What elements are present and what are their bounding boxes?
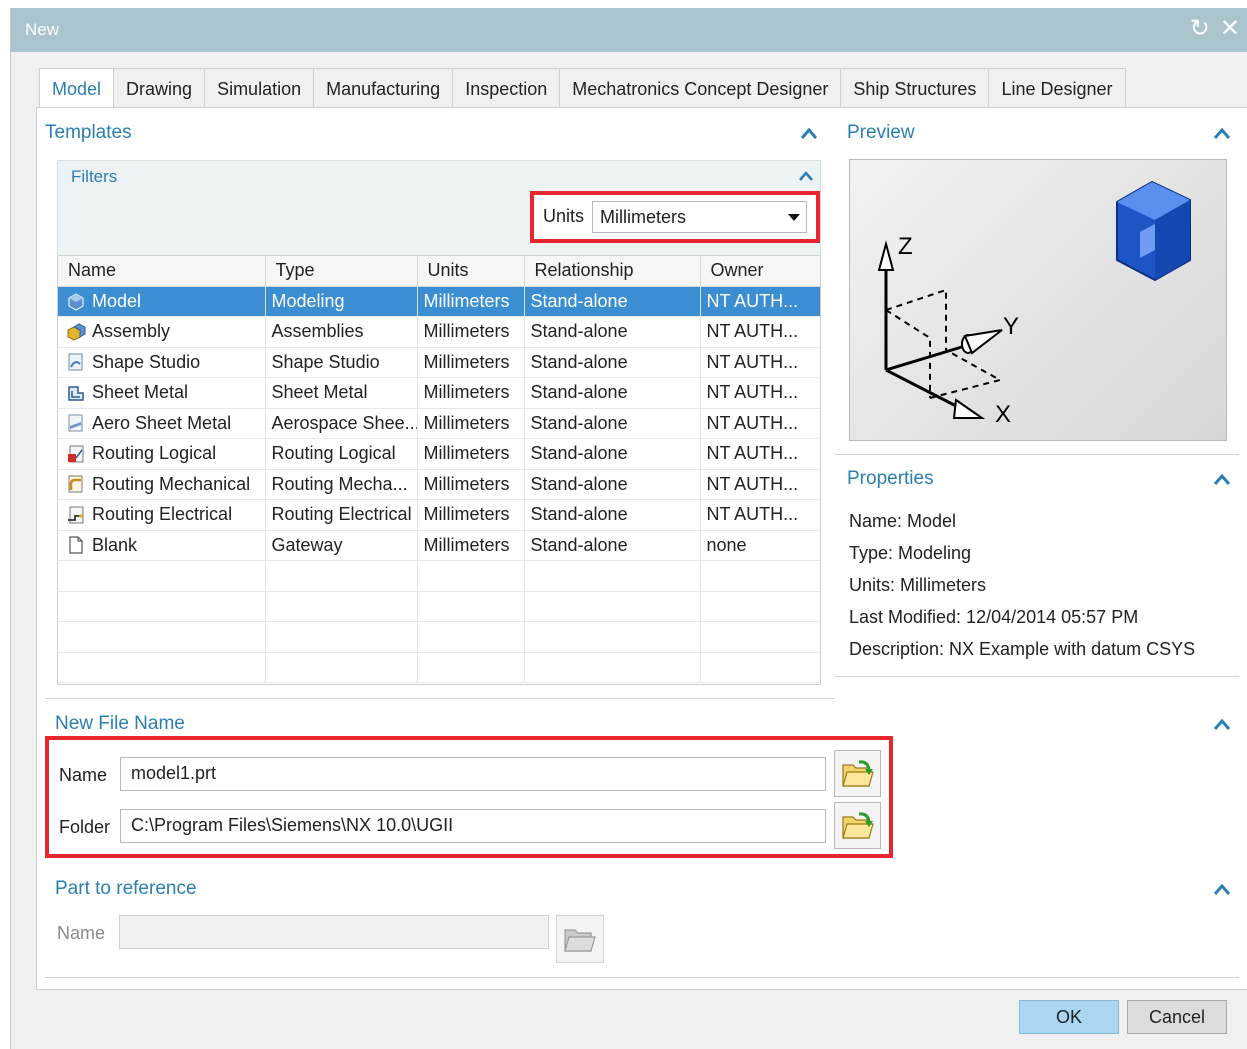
shape-studio-icon [68, 353, 83, 371]
folder-disabled-icon [564, 929, 596, 952]
tab-content-panel: Templates Filters Units Millimeters Name… [36, 107, 1247, 990]
sheet-metal-icon [68, 386, 84, 401]
dropdown-arrow-icon [788, 214, 800, 221]
ok-button[interactable]: OK [1019, 1000, 1119, 1034]
filters-title: Filters [71, 167, 118, 186]
open-folder-icon [841, 811, 874, 839]
aero-sheet-metal-icon [68, 414, 83, 432]
routing-mechanical-icon [68, 475, 83, 493]
assembly-icon [67, 323, 86, 341]
units-filter-highlight: Units Millimeters [530, 191, 820, 243]
units-label: Units [543, 206, 585, 226]
routing-electrical-icon [68, 506, 84, 524]
model-icon [68, 293, 84, 311]
empty-row [58, 560, 820, 592]
property-last-modified: Last Modified: 12/04/2014 05:57 PM [849, 607, 1139, 627]
table-row[interactable]: Sheet Metal Sheet Metal Millimeters Stan… [58, 377, 820, 409]
templates-divider [45, 698, 835, 699]
table-row[interactable]: Blank Gateway Millimeters Stand-alone no… [58, 530, 820, 561]
templates-collapse-icon[interactable] [799, 124, 819, 144]
file-name-input[interactable]: model1.prt [120, 757, 826, 791]
empty-row [58, 621, 820, 653]
new-file-name-section-title: New File Name [55, 713, 185, 734]
templates-section-title: Templates [45, 122, 132, 143]
properties-collapse-icon[interactable] [1212, 470, 1232, 490]
units-dropdown[interactable]: Millimeters [592, 201, 807, 233]
empty-row [58, 652, 820, 683]
table-row[interactable]: Routing Logical Routing Logical Millimet… [58, 438, 820, 470]
part-solid-icon [1116, 180, 1191, 282]
property-units: Units: Millimeters [849, 575, 987, 595]
part-to-reference-section-title: Part to reference [55, 878, 197, 899]
preview-collapse-icon[interactable] [1212, 124, 1232, 144]
column-header-type[interactable]: Type [265, 256, 418, 287]
property-type: Type: Modeling [849, 543, 972, 563]
tab-ship-structures[interactable]: Ship Structures [840, 68, 990, 108]
table-header-row: Name Type Units Relationship Owner [58, 256, 820, 287]
refresh-icon[interactable]: ↻ [1190, 15, 1210, 43]
new-file-name-highlight: Name model1.prt Folder C:\Program Files\… [45, 736, 893, 858]
new-file-name-collapse-icon[interactable] [1212, 715, 1232, 735]
axis-z-label: Z [898, 233, 913, 260]
cancel-button[interactable]: Cancel [1127, 1000, 1227, 1034]
datum-csys-icon: Z Y X [877, 180, 1191, 428]
tab-inspection[interactable]: Inspection [452, 68, 561, 108]
column-header-relationship[interactable]: Relationship [524, 256, 701, 287]
title-bar: New ↻ ✕ [11, 8, 1247, 52]
tab-mechatronics-concept-designer[interactable]: Mechatronics Concept Designer [559, 68, 842, 108]
template-tabs: Model Drawing Simulation Manufacturing I… [39, 68, 1126, 109]
file-name-label: Name [59, 765, 108, 785]
property-description: Description: NX Example with datum CSYS [849, 639, 1196, 659]
reference-name-label: Name [57, 923, 106, 943]
properties-section-title: Properties [847, 468, 934, 489]
table-row[interactable]: Aero Sheet Metal Aerospace Shee... Milli… [58, 408, 820, 439]
close-icon[interactable]: ✕ [1220, 15, 1240, 43]
property-name: Name: Model [849, 511, 957, 531]
browse-name-button[interactable] [834, 750, 881, 797]
blank-icon [69, 536, 83, 554]
axis-y-label: Y [1003, 313, 1019, 340]
preview-section-title: Preview [847, 122, 915, 143]
column-header-units[interactable]: Units [417, 256, 525, 287]
units-dropdown-value: Millimeters [600, 207, 687, 227]
properties-divider [835, 676, 1239, 677]
tab-model[interactable]: Model [39, 68, 115, 109]
tab-line-designer[interactable]: Line Designer [988, 68, 1126, 108]
table-row[interactable]: Assembly Assemblies Millimeters Stand-al… [58, 316, 820, 348]
table-row[interactable]: Shape Studio Shape Studio Millimeters St… [58, 347, 820, 378]
reference-divider [45, 977, 1239, 978]
open-folder-icon [841, 759, 874, 787]
preview-divider [835, 454, 1239, 455]
tab-simulation[interactable]: Simulation [204, 68, 315, 108]
browse-folder-button[interactable] [834, 802, 881, 849]
table-row[interactable]: Routing Electrical Routing Electrical Mi… [58, 499, 820, 531]
filters-collapse-icon[interactable] [796, 167, 816, 187]
axis-x-label: X [995, 401, 1011, 428]
table-row[interactable]: Routing Mechanical Routing Mecha... Mill… [58, 469, 820, 500]
browse-reference-button [556, 915, 604, 963]
window-title: New [25, 20, 60, 39]
empty-row [58, 591, 820, 622]
folder-input[interactable]: C:\Program Files\Siemens\NX 10.0\UGII [120, 809, 826, 843]
table-row[interactable]: Model Modeling Millimeters Stand-alone N… [58, 286, 820, 317]
preview-image: Z Y X [849, 159, 1227, 441]
part-to-reference-collapse-icon[interactable] [1212, 880, 1232, 900]
reference-name-input [119, 915, 549, 949]
templates-table: Name Type Units Relationship Owner Model… [57, 255, 821, 685]
column-header-owner[interactable]: Owner [700, 256, 820, 287]
folder-label: Folder [59, 817, 111, 837]
tab-manufacturing[interactable]: Manufacturing [313, 68, 454, 108]
column-header-name[interactable]: Name [58, 256, 266, 287]
new-file-dialog: New ↻ ✕ Model Drawing Simulation Manufac… [10, 8, 1247, 1049]
routing-logical-icon [68, 445, 84, 463]
tab-drawing[interactable]: Drawing [113, 68, 206, 108]
